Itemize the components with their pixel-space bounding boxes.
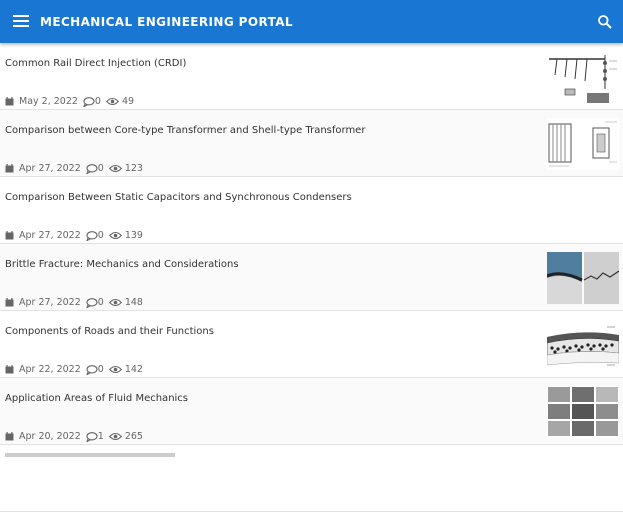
eye-icon — [108, 432, 122, 441]
comment-icon — [86, 297, 98, 308]
article-meta: May 2, 2022 0 49 — [5, 96, 134, 107]
comment-count: 0 — [97, 364, 104, 375]
article-title[interactable]: Application Areas of Fluid Mechanics — [5, 393, 188, 404]
article-date: May 2, 2022 — [19, 96, 78, 107]
eye-icon — [108, 298, 122, 307]
comment-icon — [86, 163, 98, 174]
comment-icon — [86, 431, 98, 442]
transformer-diagram-thumbnail[interactable] — [547, 118, 619, 170]
view-count: 265 — [124, 431, 143, 442]
comment-count: 0 — [97, 230, 104, 241]
view-count: 139 — [124, 230, 143, 241]
article-item[interactable]: Common Rail Direct Injection (CRDI) May … — [0, 43, 623, 110]
eye-icon — [105, 97, 119, 106]
article-title[interactable]: Comparison between Core-type Transformer… — [5, 125, 365, 136]
view-count: 148 — [124, 297, 143, 308]
view-count: 49 — [121, 96, 135, 107]
article-title[interactable]: Components of Roads and their Functions — [5, 326, 214, 337]
calendar-icon — [5, 432, 14, 441]
partial-title-stub — [5, 453, 175, 457]
article-date: Apr 27, 2022 — [19, 297, 81, 308]
article-item[interactable]: Brittle Fracture: Mechanics and Consider… — [0, 244, 623, 311]
fluid-applications-thumbnail[interactable] — [547, 386, 619, 438]
calendar-icon — [5, 298, 14, 307]
menu-icon[interactable] — [13, 15, 29, 27]
article-date: Apr 20, 2022 — [19, 431, 81, 442]
comment-count: 0 — [97, 163, 104, 174]
search-icon[interactable] — [597, 14, 613, 30]
article-title[interactable]: Common Rail Direct Injection (CRDI) — [5, 58, 186, 69]
article-title[interactable]: Brittle Fracture: Mechanics and Consider… — [5, 259, 239, 270]
eye-icon — [108, 365, 122, 374]
article-item[interactable]: Application Areas of Fluid Mechanics Apr… — [0, 378, 623, 445]
article-item[interactable]: Comparison Between Static Capacitors and… — [0, 177, 623, 244]
view-count: 123 — [124, 163, 143, 174]
article-meta: Apr 27, 2022 0 148 — [5, 297, 143, 308]
fracture-photo-thumbnail[interactable] — [547, 252, 619, 304]
article-item-partial[interactable] — [0, 445, 623, 512]
calendar-icon — [5, 231, 14, 240]
eye-icon — [108, 231, 122, 240]
comment-count: 1 — [97, 431, 104, 442]
article-item[interactable]: Comparison between Core-type Transformer… — [0, 110, 623, 177]
app-title: MECHANICAL ENGINEERING PORTAL — [40, 15, 293, 29]
comment-icon — [83, 96, 95, 107]
comment-icon — [86, 230, 98, 241]
article-date: Apr 27, 2022 — [19, 163, 81, 174]
article-meta: Apr 20, 2022 1 265 — [5, 431, 143, 442]
calendar-icon — [5, 97, 14, 106]
eye-icon — [108, 164, 122, 173]
road-layers-thumbnail[interactable] — [547, 319, 619, 371]
article-date: Apr 27, 2022 — [19, 230, 81, 241]
crdi-diagram-thumbnail[interactable] — [547, 51, 619, 103]
calendar-icon — [5, 365, 14, 374]
article-title[interactable]: Comparison Between Static Capacitors and… — [5, 192, 352, 203]
article-list: Common Rail Direct Injection (CRDI) May … — [0, 43, 623, 512]
article-date: Apr 22, 2022 — [19, 364, 81, 375]
comment-count: 0 — [94, 96, 101, 107]
article-meta: Apr 22, 2022 0 142 — [5, 364, 143, 375]
comment-count: 0 — [97, 297, 104, 308]
article-meta: Apr 27, 2022 0 139 — [5, 230, 143, 241]
comment-icon — [86, 364, 98, 375]
article-meta: Apr 27, 2022 0 123 — [5, 163, 143, 174]
calendar-icon — [5, 164, 14, 173]
view-count: 142 — [124, 364, 143, 375]
article-item[interactable]: Components of Roads and their Functions … — [0, 311, 623, 378]
app-bar: MECHANICAL ENGINEERING PORTAL — [0, 0, 623, 43]
